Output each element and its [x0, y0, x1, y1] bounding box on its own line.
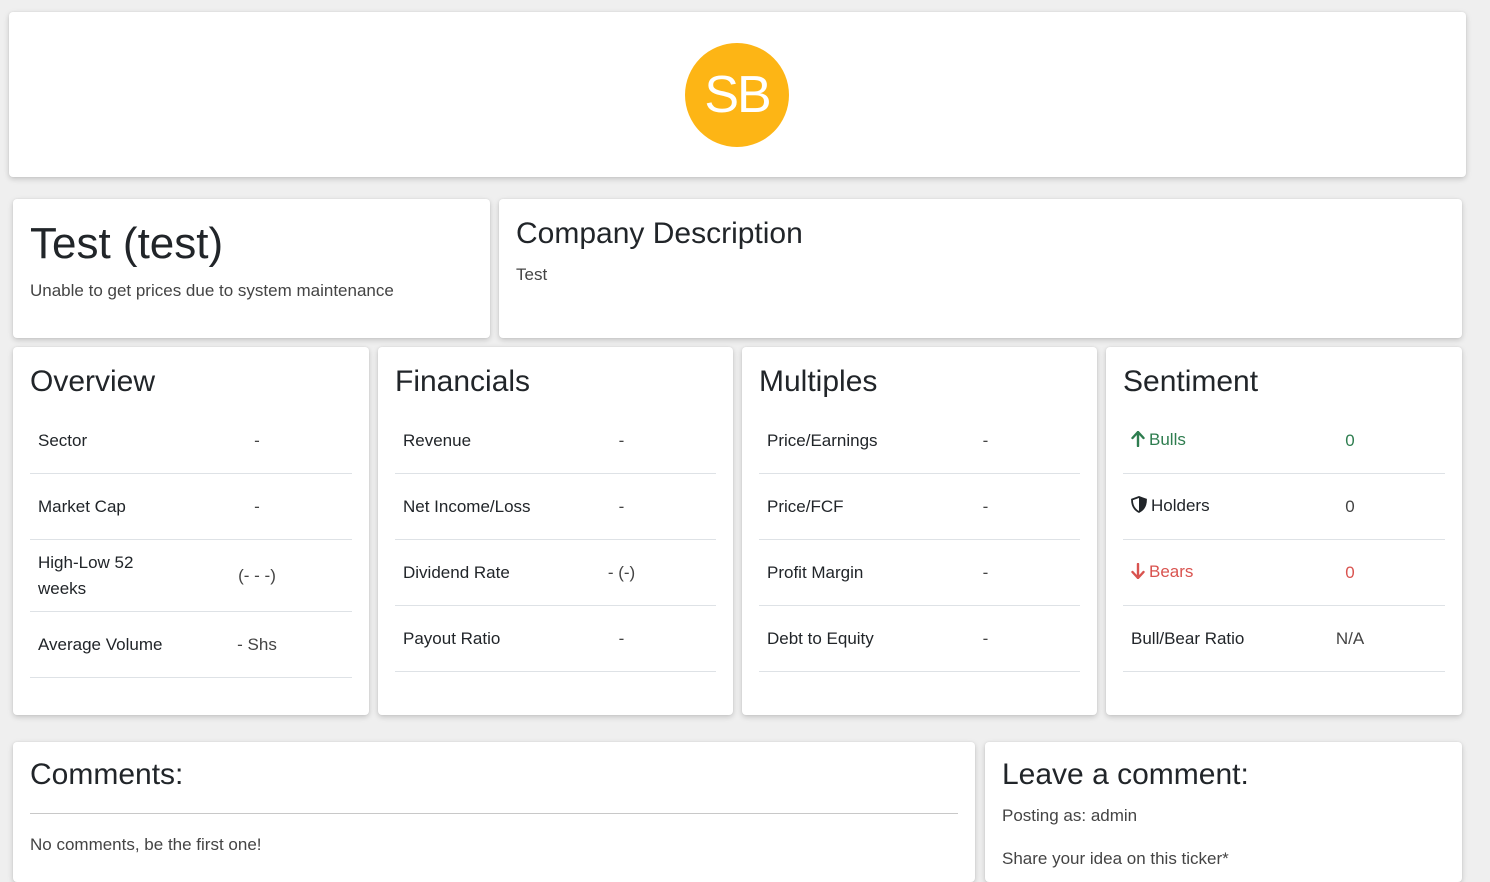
leave-comment-title: Leave a comment: — [1002, 758, 1249, 791]
multiples-card: Multiples Price/Earnings - Price/FCF - P… — [742, 347, 1097, 715]
table-row: Dividend Rate - (-) — [395, 540, 716, 606]
ratio-value: N/A — [1335, 628, 1365, 648]
posting-as-text: Posting as: admin — [1002, 806, 1138, 825]
overview-title: Overview — [30, 365, 156, 398]
table-row: Bulls 0 — [1123, 408, 1445, 474]
ticker-title: Test (test) — [30, 219, 224, 268]
stat-value: (- - -) — [238, 565, 276, 585]
company-description-card: Company Description Test — [499, 199, 1462, 338]
company-description-title: Company Description — [516, 217, 803, 250]
logo[interactable]: SB — [685, 43, 789, 147]
table-row: Average Volume - Shs — [30, 612, 352, 678]
table-row: Profit Margin - — [759, 540, 1080, 606]
sentiment-title: Sentiment — [1123, 365, 1259, 398]
stat-label: Debt to Equity — [767, 628, 874, 648]
stat-value: - — [254, 496, 260, 516]
stat-value: - — [982, 562, 989, 582]
stat-label: Average Volume — [38, 634, 163, 654]
stat-label: Price/FCF — [767, 496, 844, 516]
table-row: Price/Earnings - — [759, 408, 1080, 474]
multiples-title: Multiples — [759, 365, 878, 398]
table-row: Payout Ratio - — [395, 606, 716, 672]
table-row: Revenue - — [395, 408, 716, 474]
bears-label: Bears — [1123, 559, 1285, 587]
bulls-value: 0 — [1345, 430, 1355, 450]
stat-label: High-Low 52 weeks — [38, 552, 134, 598]
sentiment-table: Bulls 0 Holders 0 Bears 0 Bull/Bear Rati… — [1123, 408, 1445, 672]
sentiment-card: Sentiment Bulls 0 Holders 0 Bears 0 Bull… — [1106, 347, 1462, 715]
price-status-text: Unable to get prices due to system maint… — [30, 281, 394, 300]
bears-value: 0 — [1345, 562, 1355, 582]
divider — [30, 813, 958, 814]
stat-label: Market Cap — [38, 496, 126, 516]
stat-label: Sector — [38, 430, 88, 450]
stat-value: - — [618, 430, 625, 450]
arrow-up-icon — [1131, 429, 1145, 455]
stat-value: - — [618, 496, 625, 516]
table-row: Net Income/Loss - — [395, 474, 716, 540]
ratio-label: Bull/Bear Ratio — [1131, 628, 1245, 648]
company-description-text: Test — [516, 265, 548, 284]
stat-label: Profit Margin — [767, 562, 864, 582]
comments-card: Comments: No comments, be the first one! — [13, 742, 975, 882]
no-comments-text: No comments, be the first one! — [30, 835, 262, 854]
stat-value: - — [254, 430, 260, 450]
comments-title: Comments: — [30, 758, 184, 791]
stat-value: - — [618, 628, 625, 648]
stat-value: - (-) — [607, 562, 636, 582]
multiples-table: Price/Earnings - Price/FCF - Profit Marg… — [759, 408, 1080, 672]
table-row: Holders 0 — [1123, 474, 1445, 540]
bulls-label: Bulls — [1123, 427, 1285, 455]
table-row: Sector - — [30, 408, 352, 474]
table-row: Bears 0 — [1123, 540, 1445, 606]
stat-label: Revenue — [403, 430, 472, 450]
holders-value: 0 — [1345, 496, 1355, 516]
stat-label: Payout Ratio — [403, 628, 501, 648]
stat-value: - — [982, 496, 989, 516]
financials-card: Financials Revenue - Net Income/Loss - D… — [378, 347, 733, 715]
stat-label: Price/Earnings — [767, 430, 878, 450]
table-row: Market Cap - — [30, 474, 352, 540]
stat-value: - — [982, 430, 989, 450]
table-row: Price/FCF - — [759, 474, 1080, 540]
leave-comment-card: Leave a comment: Posting as: admin Share… — [985, 742, 1462, 882]
overview-table: Sector - Market Cap - High-Low 52 weeks … — [30, 408, 352, 678]
financials-table: Revenue - Net Income/Loss - Dividend Rat… — [395, 408, 716, 672]
arrow-down-icon — [1131, 561, 1145, 587]
ticker-card: Test (test) Unable to get prices due to … — [13, 199, 490, 338]
stat-value: - Shs — [237, 634, 277, 654]
table-row: Bull/Bear Ratio N/A — [1123, 606, 1445, 672]
stat-label: Dividend Rate — [403, 562, 510, 582]
holders-label: Holders — [1123, 493, 1285, 521]
header-card: SB — [9, 12, 1466, 177]
stat-value: - — [982, 628, 989, 648]
idea-field-label[interactable]: Share your idea on this ticker* — [1002, 849, 1229, 869]
table-row: Debt to Equity - — [759, 606, 1080, 672]
table-row: High-Low 52 weeks (- - -) — [30, 540, 352, 612]
overview-card: Overview Sector - Market Cap - High-Low … — [13, 347, 369, 715]
financials-title: Financials — [395, 365, 531, 398]
shield-icon — [1131, 495, 1147, 521]
stat-label: Net Income/Loss — [403, 496, 531, 516]
